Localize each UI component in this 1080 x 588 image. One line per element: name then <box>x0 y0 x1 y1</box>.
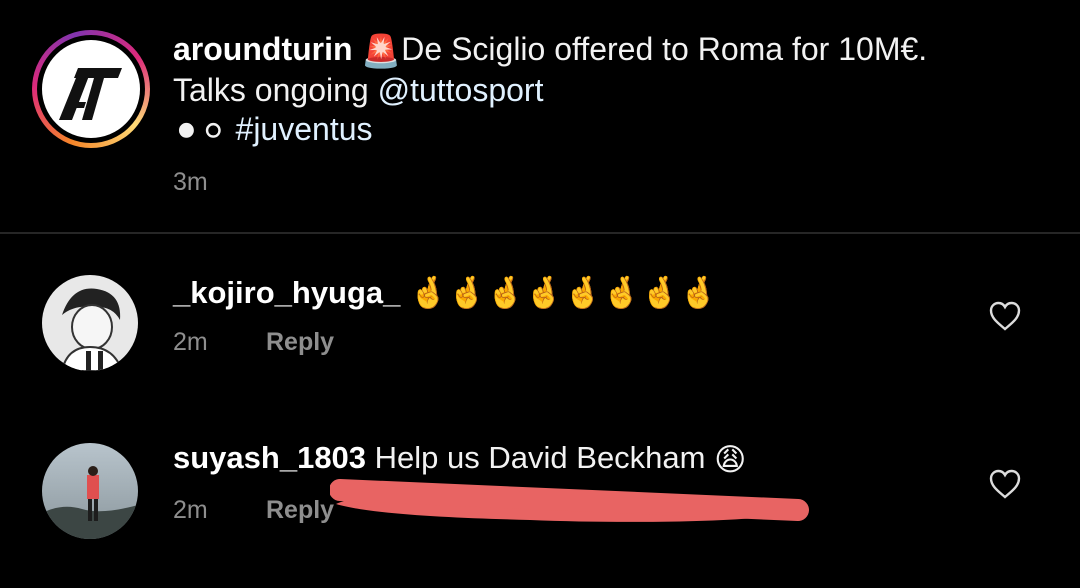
reply-button[interactable]: Reply <box>266 496 334 525</box>
weary-face-emoji: 😩 <box>714 441 747 477</box>
post-timestamp: 3m <box>173 168 208 196</box>
comment-meta: 2m Reply <box>173 328 334 357</box>
caption-line1: De Sciglio offered to Roma for 10M€. <box>401 31 928 67</box>
divider <box>0 232 1080 234</box>
post-caption-block: aroundturin 🚨De Sciglio offered to Roma … <box>0 0 1080 232</box>
comment-text: _kojiro_hyuga_ 🤞🤞🤞🤞🤞🤞🤞🤞 <box>173 274 718 311</box>
reply-button[interactable]: Reply <box>266 328 334 357</box>
comment-username[interactable]: suyash_1803 <box>173 440 366 475</box>
comment-username[interactable]: _kojiro_hyuga_ <box>173 275 400 310</box>
heart-outline-icon[interactable] <box>988 468 1022 500</box>
story-ring-avatar[interactable] <box>32 30 150 148</box>
avatar[interactable] <box>42 275 138 371</box>
comment-body: Help us David Beckham <box>374 440 706 475</box>
post-username[interactable]: aroundturin <box>173 31 353 67</box>
comment-timestamp: 2m <box>173 496 208 524</box>
comment-item: _kojiro_hyuga_ 🤞🤞🤞🤞🤞🤞🤞🤞 2m Reply <box>0 270 1080 390</box>
heart-outline-icon[interactable] <box>988 300 1022 332</box>
post-caption: aroundturin 🚨De Sciglio offered to Roma … <box>173 30 1053 151</box>
siren-emoji: 🚨 <box>361 33 402 70</box>
caption-line2: Talks ongoing <box>173 72 378 109</box>
comment-timestamp: 2m <box>173 328 208 356</box>
mention-link[interactable]: @tuttosport <box>378 72 544 108</box>
hashtag-link[interactable]: #juventus <box>236 111 373 147</box>
ball-emojis: ⚫⚪ <box>173 113 227 150</box>
at-logo-icon <box>42 40 140 138</box>
red-scribble-redaction <box>330 479 809 522</box>
comment-body: 🤞🤞🤞🤞🤞🤞🤞🤞 <box>409 275 718 310</box>
comment-text: suyash_1803 Help us David Beckham 😩 <box>173 440 746 478</box>
avatar[interactable] <box>42 443 138 539</box>
comment-meta: 2m Reply <box>173 496 334 525</box>
